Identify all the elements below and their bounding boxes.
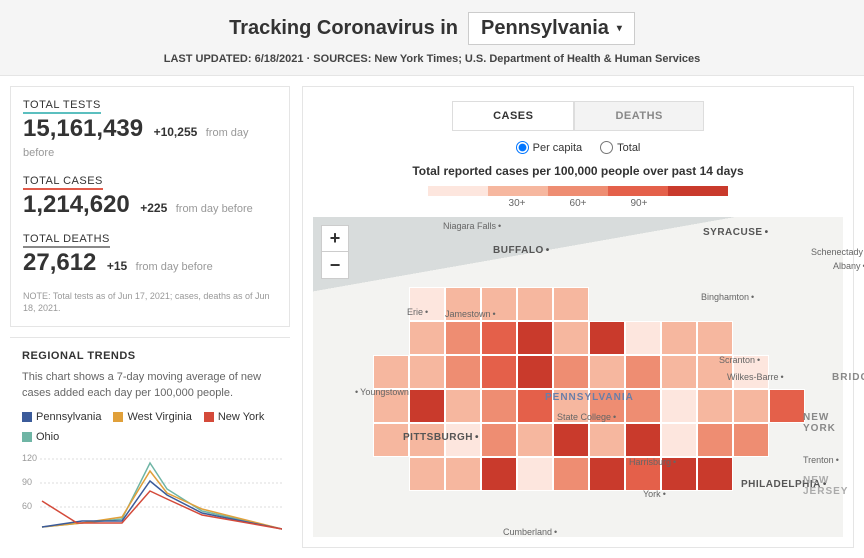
svg-text:120: 120 — [22, 453, 37, 463]
city-label: Harrisburg — [629, 457, 676, 467]
legend-item: New York — [204, 411, 264, 423]
city-label: Albany — [833, 261, 864, 271]
radio-total-input[interactable] — [600, 141, 613, 154]
map-title: Total reported cases per 100,000 people … — [313, 164, 843, 178]
trends-chart: 120 90 60 — [22, 451, 282, 531]
choropleth-map[interactable]: + − Niagara FallsBUFFALOSYRACUSESchenect… — [313, 217, 843, 537]
city-label: Niagara Falls — [443, 221, 501, 231]
zoom-controls: + − — [321, 225, 349, 279]
state-label: PENNSYLVANIA — [545, 392, 634, 403]
trends-panel: REGIONAL TRENDS This chart shows a 7-day… — [10, 337, 290, 536]
map-panel: CASES DEATHS Per capita Total Total repo… — [302, 86, 854, 548]
state-label: NEW JERSEY — [803, 475, 848, 497]
last-updated: LAST UPDATED: 6/18/2021 · SOURCES: New Y… — [0, 53, 864, 65]
total-cases-note: from day before — [176, 203, 253, 215]
stats-footnote: NOTE: Total tests as of Jun 17, 2021; ca… — [23, 291, 277, 314]
legend-item: Pennsylvania — [22, 411, 101, 423]
total-cases-value: 1,214,620 — [23, 191, 130, 218]
legend-item: West Virginia — [113, 411, 191, 423]
city-label: Youngstown — [355, 387, 409, 397]
tab-deaths[interactable]: DEATHS — [574, 101, 703, 131]
page-title: Tracking Coronavirus in Pennsylvania ▾ — [0, 12, 864, 45]
city-label: PITTSBURGH — [403, 432, 479, 443]
city-label: Scranton — [719, 355, 760, 365]
trends-desc: This chart shows a 7-day moving average … — [22, 370, 278, 401]
city-label: Binghamton — [701, 292, 754, 302]
city-label: York — [643, 489, 666, 499]
total-tests-label: TOTAL TESTS — [23, 99, 277, 111]
total-tests-value: 15,161,439 — [23, 115, 143, 142]
zoom-in-button[interactable]: + — [322, 226, 348, 252]
state-selector[interactable]: Pennsylvania ▾ — [468, 12, 635, 45]
total-deaths-label: TOTAL DEATHS — [23, 233, 277, 245]
title-prefix: Tracking Coronavirus in — [229, 17, 458, 40]
stats-panel: TOTAL TESTS 15,161,439 +10,255 from day … — [10, 86, 290, 327]
county-shapes — [373, 287, 803, 487]
state-label: NEW YORK — [803, 412, 843, 434]
state-label: BRIDGE — [832, 372, 864, 383]
radio-per-capita[interactable]: Per capita — [516, 141, 583, 154]
trends-title: REGIONAL TRENDS — [22, 350, 278, 362]
svg-text:60: 60 — [22, 501, 32, 511]
radio-per-capita-input[interactable] — [516, 141, 529, 154]
city-label: Wilkes-Barre — [727, 372, 784, 382]
city-label: Trenton — [803, 455, 839, 465]
state-name: Pennsylvania — [481, 17, 609, 40]
svg-text:90: 90 — [22, 477, 32, 487]
total-deaths-value: 27,612 — [23, 249, 96, 276]
radio-total[interactable]: Total — [600, 141, 640, 154]
city-label: BUFFALO — [493, 245, 550, 256]
city-label: Schenectady — [811, 247, 864, 257]
chevron-down-icon: ▾ — [617, 23, 622, 34]
total-tests-delta: +10,255 — [154, 125, 198, 139]
total-deaths-note: from day before — [136, 261, 213, 273]
legend-item: Ohio — [22, 431, 59, 443]
zoom-out-button[interactable]: − — [322, 252, 348, 278]
total-cases-delta: +225 — [140, 201, 167, 215]
total-deaths-delta: +15 — [107, 259, 127, 273]
city-label: Jamestown — [445, 309, 496, 319]
city-label: Erie — [407, 307, 428, 317]
map-gradient-labels: 30+60+90+ — [313, 198, 843, 209]
map-gradient — [313, 186, 843, 196]
total-cases-label: TOTAL CASES — [23, 175, 277, 187]
city-label: Cumberland — [503, 527, 557, 537]
trends-legend: Pennsylvania West Virginia New York Ohio — [22, 411, 278, 443]
city-label: State College — [557, 412, 616, 422]
tab-cases[interactable]: CASES — [452, 101, 574, 131]
city-label: SYRACUSE — [703, 227, 769, 238]
